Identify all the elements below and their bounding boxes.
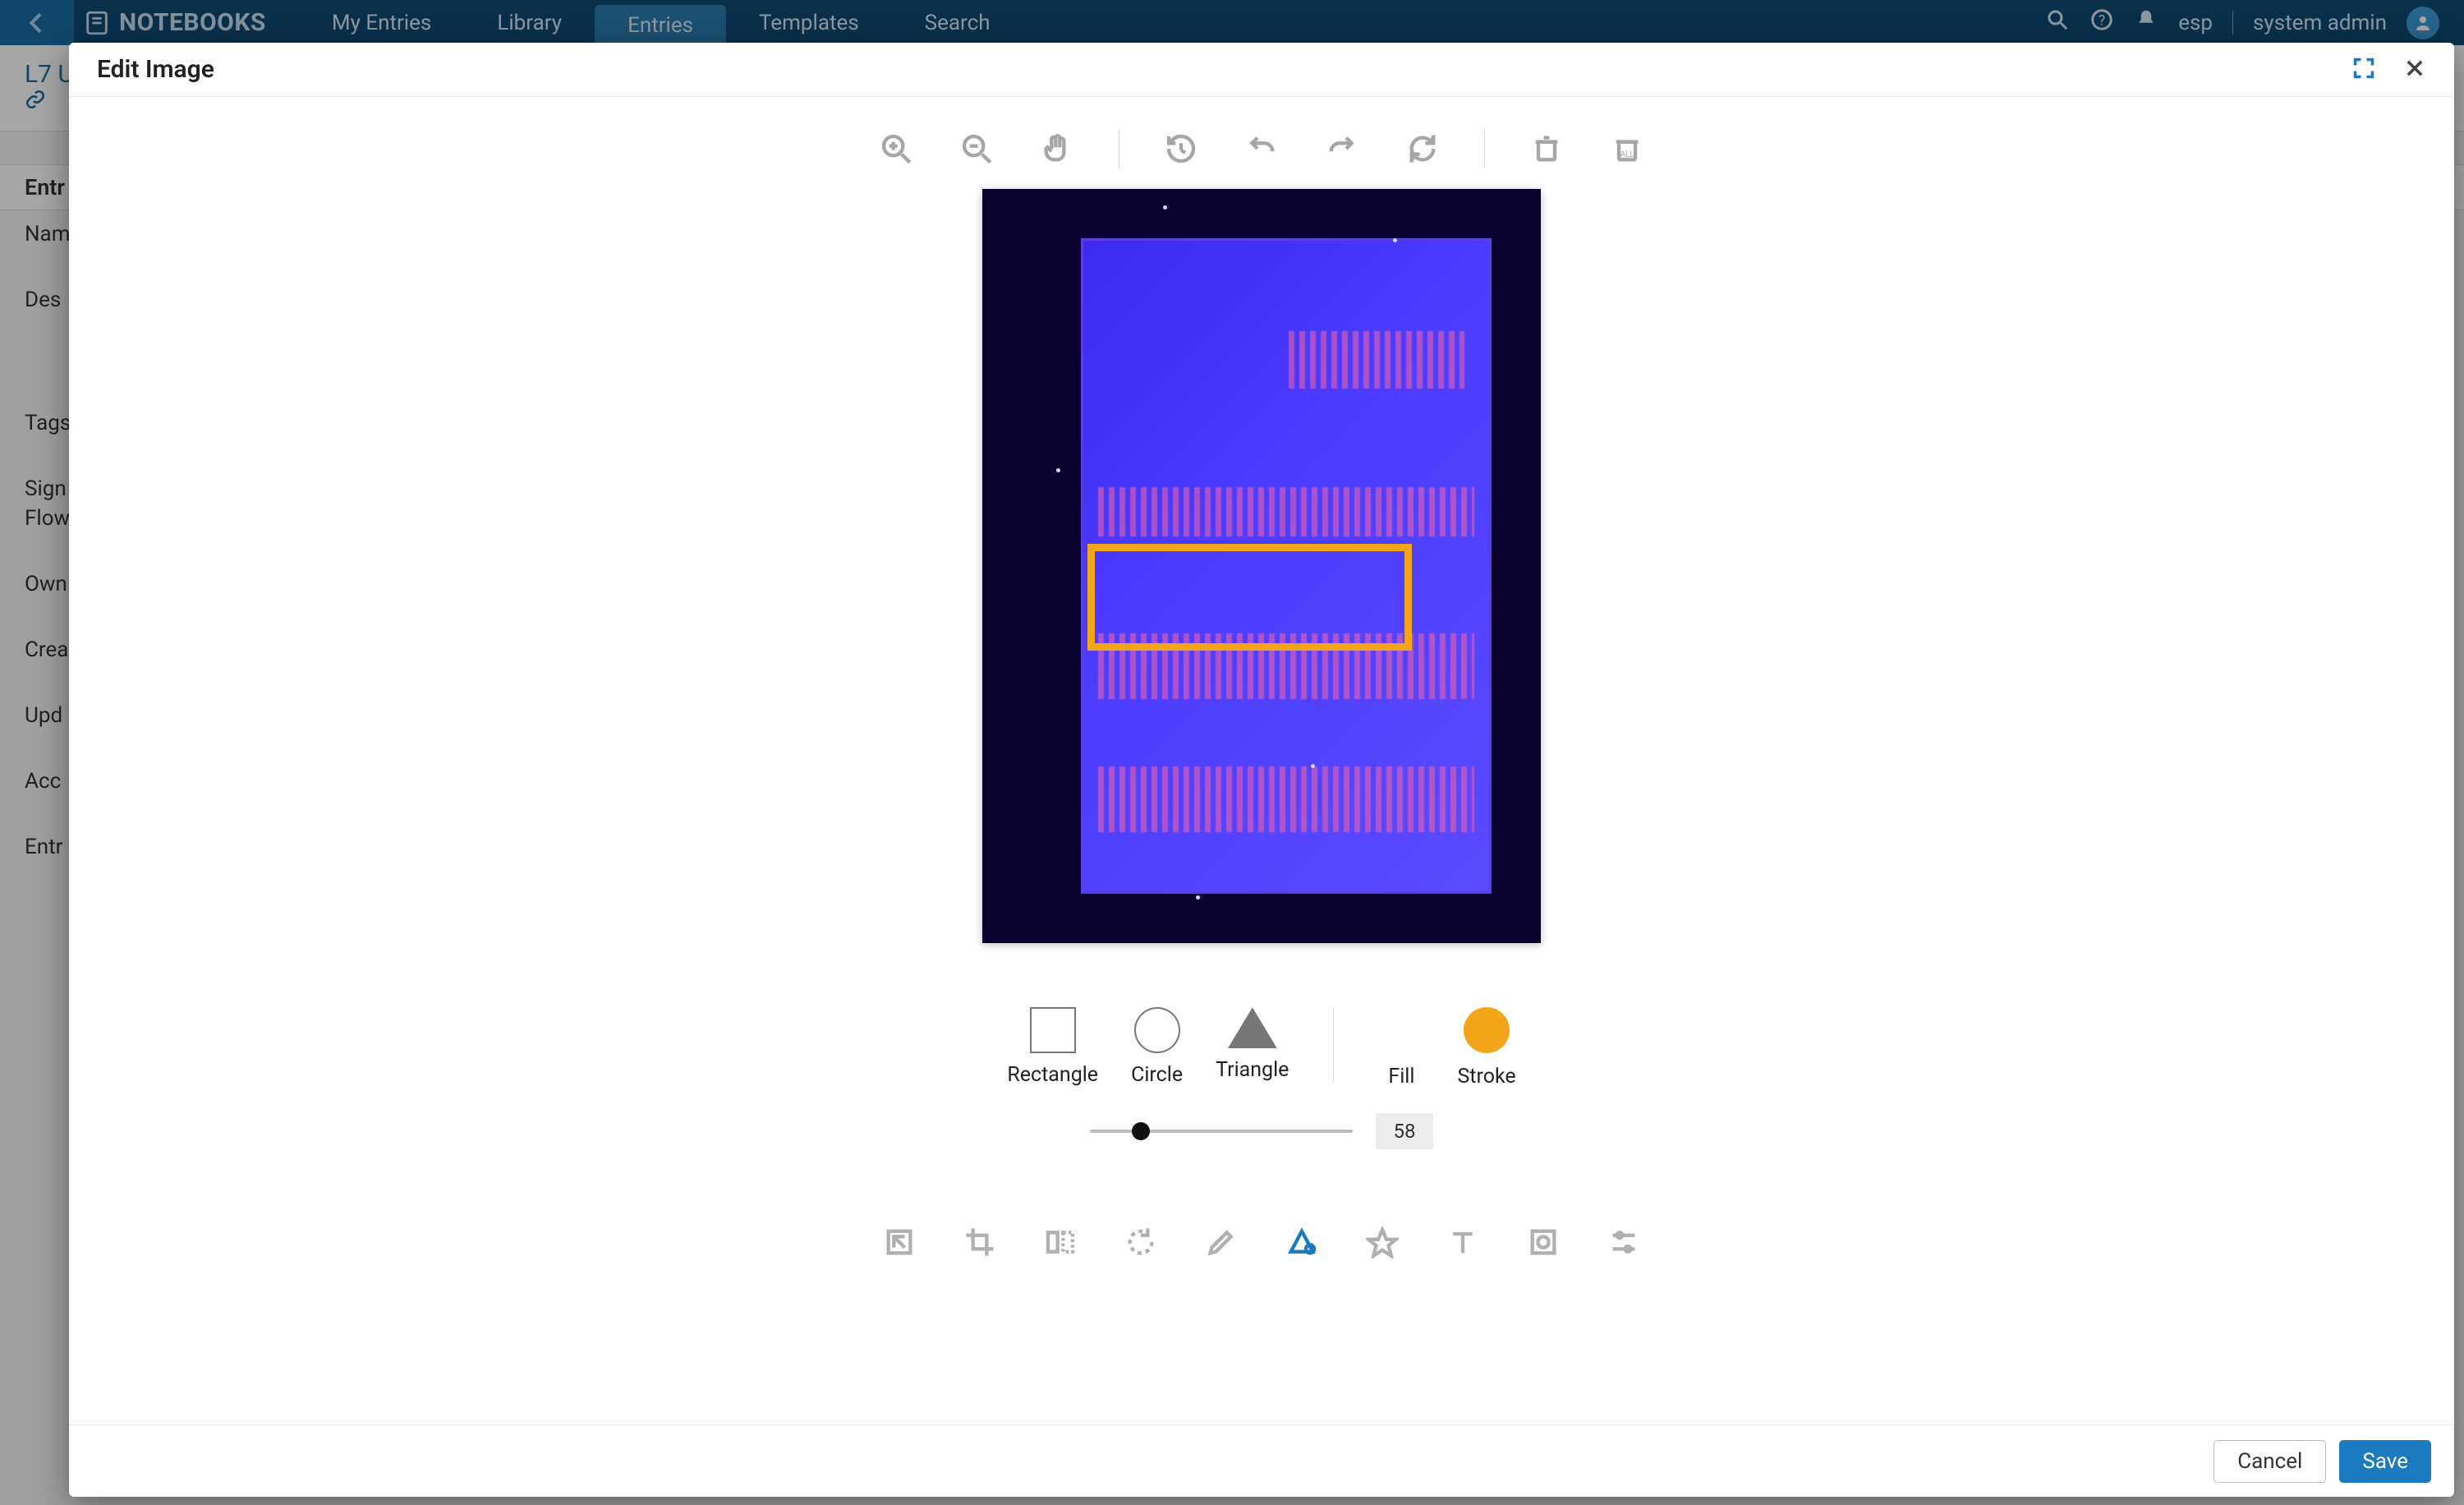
shape-rectangle-label: Rectangle (1007, 1063, 1098, 1087)
fill-color-icon (1378, 1007, 1424, 1053)
flip-icon[interactable] (1041, 1223, 1079, 1261)
editor-bottom-toolbar (880, 1223, 1643, 1261)
resize-icon[interactable] (880, 1223, 918, 1261)
cancel-button[interactable]: Cancel (2213, 1440, 2326, 1483)
crop-icon[interactable] (961, 1223, 999, 1261)
stroke-label: Stroke (1457, 1065, 1515, 1088)
slider-track[interactable] (1090, 1130, 1353, 1133)
close-icon[interactable] (2403, 57, 2426, 83)
shape-sep (1333, 1007, 1334, 1083)
delete-all-icon[interactable]: ALL (1608, 130, 1646, 168)
hand-icon[interactable] (1038, 130, 1076, 168)
shape-rectangle[interactable]: Rectangle (1007, 1007, 1098, 1087)
speck (1393, 238, 1397, 242)
draw-icon[interactable] (1202, 1223, 1240, 1261)
gel-band-row-1 (1289, 331, 1464, 389)
fill-swatch[interactable]: Fill (1378, 1007, 1424, 1088)
zoom-in-icon[interactable] (877, 130, 915, 168)
star-icon[interactable] (1363, 1223, 1401, 1261)
triangle-icon (1228, 1007, 1277, 1048)
speck (1163, 205, 1167, 209)
editor-top-toolbar: ALL (877, 97, 1646, 189)
text-icon[interactable] (1444, 1223, 1482, 1261)
delete-icon[interactable] (1528, 130, 1565, 168)
modal-footer: Cancel Save (69, 1424, 2454, 1497)
shape-circle-label: Circle (1131, 1063, 1183, 1087)
undo-icon[interactable] (1243, 130, 1280, 168)
modal-header: Edit Image (69, 43, 2454, 97)
modal-title: Edit Image (97, 55, 214, 84)
shape-circle[interactable]: Circle (1131, 1007, 1183, 1087)
redo-icon[interactable] (1323, 130, 1361, 168)
speck (1311, 764, 1315, 768)
reset-icon[interactable] (1404, 130, 1441, 168)
circle-icon (1134, 1007, 1180, 1053)
stroke-width-slider: 58 (1090, 1113, 1433, 1149)
speck (1056, 468, 1060, 472)
image-canvas[interactable] (982, 189, 1541, 943)
adjust-icon[interactable] (1605, 1223, 1643, 1261)
fill-label: Fill (1388, 1065, 1414, 1088)
speck (1196, 895, 1200, 900)
rotate-icon[interactable] (1122, 1223, 1160, 1261)
modal-body: ALL Rectangle Circle (69, 97, 2454, 1424)
slider-thumb[interactable] (1132, 1122, 1150, 1140)
toolbar-sep-2 (1484, 130, 1485, 168)
zoom-out-icon[interactable] (958, 130, 995, 168)
gel-band-row-4 (1098, 766, 1474, 832)
slider-value[interactable]: 58 (1376, 1113, 1433, 1149)
annotation-rectangle[interactable] (1087, 544, 1412, 651)
shape-triangle[interactable]: Triangle (1216, 1007, 1289, 1082)
stroke-color-icon (1464, 1007, 1510, 1053)
save-button[interactable]: Save (2339, 1440, 2431, 1483)
gel-band-row-2 (1098, 487, 1474, 536)
fullscreen-toggle-icon[interactable] (2352, 57, 2375, 83)
history-icon[interactable] (1162, 130, 1200, 168)
mask-icon[interactable] (1524, 1223, 1562, 1261)
shape-options-row: Rectangle Circle Triangle Fill Stroke (1007, 1007, 1515, 1088)
stroke-swatch[interactable]: Stroke (1457, 1007, 1515, 1088)
shape-triangle-label: Triangle (1216, 1058, 1289, 1082)
svg-text:ALL: ALL (1620, 150, 1634, 159)
edit-image-modal: Edit Image ALL (69, 43, 2454, 1497)
shape-icon[interactable] (1283, 1223, 1321, 1261)
rectangle-icon (1030, 1007, 1076, 1053)
